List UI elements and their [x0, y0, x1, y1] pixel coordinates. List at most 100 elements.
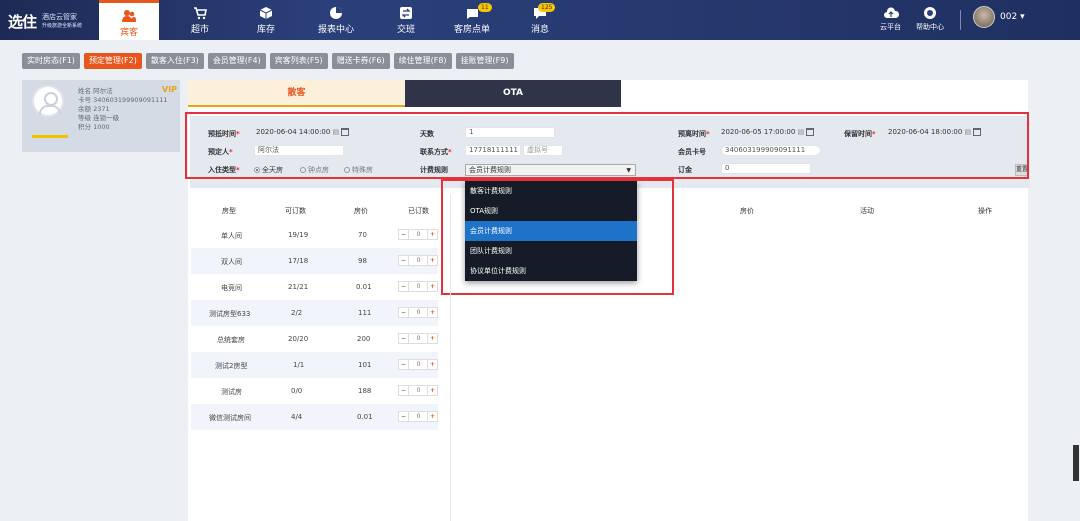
price-cell: 200	[357, 335, 371, 343]
available-cell: 20/20	[288, 335, 309, 343]
nav-messages[interactable]: 消息 125	[510, 0, 570, 40]
nav-supermarket-label: 超市	[190, 25, 209, 35]
tab-member[interactable]: 会员管理(F4)	[207, 53, 266, 69]
minus-button[interactable]: −	[399, 360, 409, 369]
room-type-cell: 电竞间	[221, 284, 242, 292]
room-order-badge: 11	[478, 3, 492, 12]
minus-button[interactable]: −	[399, 386, 409, 395]
nav-room-order[interactable]: 客房点单 11	[442, 0, 502, 40]
quantity-value[interactable]: 0	[410, 386, 427, 395]
tab-walkin-guest[interactable]: 散客	[188, 80, 405, 107]
nav-inventory-label: 库存	[256, 25, 275, 35]
nav-shift-label: 交班	[396, 25, 415, 35]
room-type-cell: 单人间	[221, 232, 242, 240]
cloud-platform-button[interactable]: 云平台	[880, 6, 901, 32]
cloud-platform-label: 云平台	[880, 23, 901, 31]
order-icon	[466, 9, 478, 19]
panel-divider	[450, 194, 451, 521]
available-cell: 4/4	[291, 413, 303, 421]
nav-supermarket[interactable]: 超市	[170, 0, 230, 40]
quantity-value[interactable]: 0	[410, 308, 427, 317]
nav-inventory[interactable]: 库存	[236, 0, 296, 40]
table-row: 双人间 17/18 98 −0 +	[191, 248, 438, 274]
minus-button[interactable]: −	[399, 230, 409, 239]
plus-button[interactable]: +	[427, 230, 437, 239]
chevron-down-icon: ▾	[1020, 12, 1025, 22]
col-activity: 活动	[860, 207, 874, 215]
table-row: 测试房 0/0 188 −0 +	[191, 378, 438, 404]
quantity-value[interactable]: 0	[410, 334, 427, 343]
quantity-stepper: −0 +	[398, 385, 438, 396]
tab-room-status[interactable]: 实时房态(F1)	[22, 53, 80, 69]
room-type-cell: 测试房型633	[209, 310, 251, 318]
quantity-value[interactable]: 0	[410, 282, 427, 291]
avatar	[32, 85, 64, 117]
user-avatar[interactable]	[973, 6, 995, 28]
nav-guests[interactable]: 宾客	[99, 0, 159, 40]
help-center-label: 帮助中心	[916, 23, 944, 31]
plus-button[interactable]: +	[427, 386, 437, 395]
table-row: 测试2房型 1/1 101 −0 +	[191, 352, 438, 378]
plus-button[interactable]: +	[427, 256, 437, 265]
quantity-value[interactable]: 0	[410, 360, 427, 369]
tab-walkin[interactable]: 散客入住(F3)	[145, 53, 204, 69]
minus-button[interactable]: −	[399, 412, 409, 421]
quantity-stepper: −0 +	[398, 411, 438, 422]
user-name: 002	[1000, 12, 1018, 22]
minus-button[interactable]: −	[399, 308, 409, 317]
tab-guest-list[interactable]: 宾客列表(F5)	[269, 53, 328, 69]
room-type-cell: 双人间	[221, 258, 242, 266]
quantity-value[interactable]: 0	[410, 230, 427, 239]
col-price: 房价	[354, 207, 368, 215]
member-profile-card: VIP 姓名 阿尔法 卡号 340603199909091111 余额 2371…	[22, 80, 180, 152]
available-cell: 2/2	[291, 309, 303, 317]
plus-button[interactable]: +	[427, 412, 437, 421]
nav-reports[interactable]: 报表中心	[306, 0, 366, 40]
quantity-stepper: −0 +	[398, 307, 438, 318]
minus-button[interactable]: −	[399, 256, 409, 265]
profile-name: 姓名 阿尔法	[78, 87, 113, 95]
tab-booking[interactable]: 预定管理(F2)	[83, 53, 142, 69]
price-cell: 70	[358, 231, 367, 239]
price-cell: 101	[358, 361, 372, 369]
quantity-stepper: −0 +	[398, 359, 438, 370]
col-available: 可订数	[285, 207, 306, 215]
minus-button[interactable]: −	[399, 334, 409, 343]
available-cell: 21/21	[288, 283, 309, 291]
user-menu[interactable]: 002 ▾	[1000, 12, 1025, 22]
cloud-icon	[883, 7, 899, 18]
cart-icon	[194, 7, 207, 20]
guests-icon	[122, 10, 136, 22]
topbar-divider	[960, 10, 961, 30]
room-type-cell: 测试2房型	[215, 362, 248, 370]
plus-button[interactable]: +	[427, 334, 437, 343]
quantity-value[interactable]: 0	[410, 412, 427, 421]
minus-button[interactable]: −	[399, 282, 409, 291]
plus-button[interactable]: +	[427, 282, 437, 291]
available-cell: 1/1	[293, 361, 305, 369]
tab-extend-stay[interactable]: 续住管理(F8)	[393, 53, 452, 69]
quantity-value[interactable]: 0	[410, 256, 427, 265]
function-tabs: 实时房态(F1) 预定管理(F2) 散客入住(F3) 会员管理(F4) 宾客列表…	[22, 53, 518, 69]
scrollbar[interactable]	[1073, 445, 1079, 481]
highlight-frame	[185, 112, 1029, 179]
col-room-type: 房型	[222, 207, 236, 215]
profile-level: 等级 连锁一级	[78, 114, 120, 122]
table-row: 微信测试房间 4/4 0.01 −0 +	[191, 404, 438, 430]
tab-coupon[interactable]: 赠送卡券(F6)	[331, 53, 390, 69]
logo-subtitle-line1: 酒店云管家	[42, 13, 77, 21]
plus-button[interactable]: +	[427, 308, 437, 317]
help-center-button[interactable]: 帮助中心	[916, 6, 944, 32]
profile-card: 卡号 340603199909091111	[78, 96, 168, 104]
messages-badge: 125	[538, 3, 556, 12]
help-icon	[924, 7, 936, 19]
level-progress-bar	[32, 135, 68, 138]
nav-shift[interactable]: 交班	[376, 0, 436, 40]
price-cell: 98	[358, 257, 367, 265]
tab-ota[interactable]: OTA	[405, 80, 621, 107]
plus-button[interactable]: +	[427, 360, 437, 369]
available-cell: 17/18	[288, 257, 309, 265]
tab-credit[interactable]: 挂账管理(F9)	[455, 53, 514, 69]
col-right-price: 房价	[740, 207, 754, 215]
room-type-cell: 测试房	[221, 388, 242, 396]
